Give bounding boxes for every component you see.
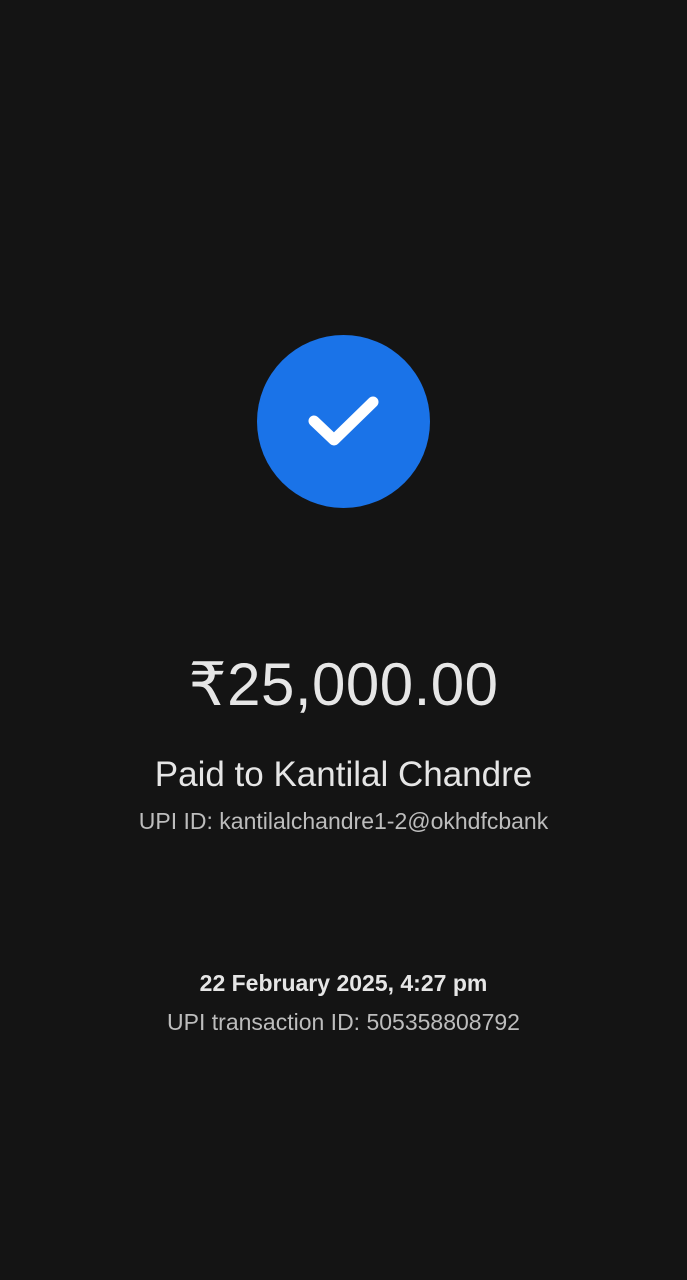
upi-id: UPI ID: kantilalchandre1-2@okhdfcbank: [138, 808, 549, 834]
upi-transaction-id: UPI transaction ID: 505358808792: [167, 1009, 520, 1035]
transaction-datetime: 22 February 2025, 4:27 pm: [199, 970, 488, 996]
success-circle: [257, 335, 430, 508]
check-icon: [308, 396, 379, 446]
paid-to-label: Paid to Kantilal Chandre: [154, 755, 533, 794]
payment-success-screen: ₹25,000.00 Paid to Kantilal Chandre UPI …: [0, 0, 687, 1280]
payment-amount: ₹25,000.00: [188, 651, 499, 718]
